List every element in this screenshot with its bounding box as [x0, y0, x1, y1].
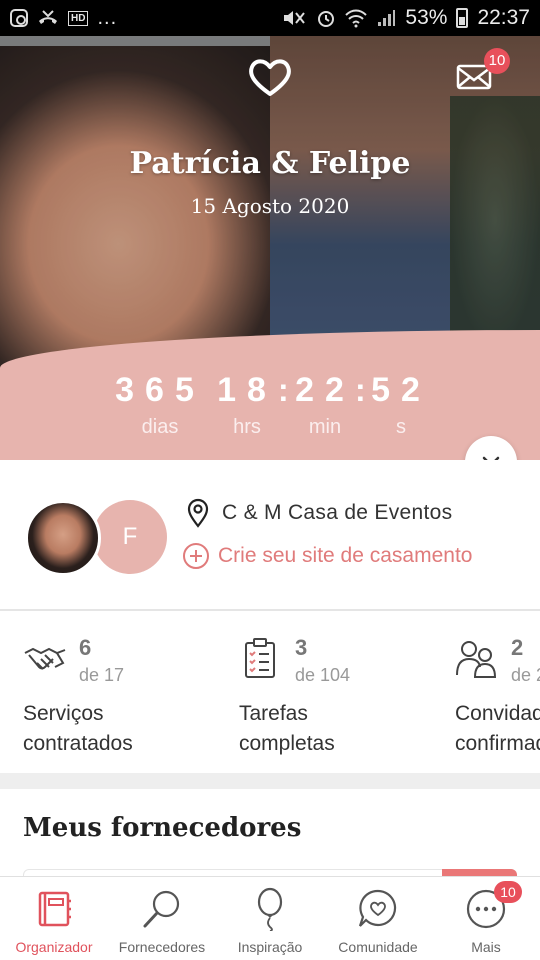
alarm-icon	[316, 8, 336, 28]
stat-services[interactable]: 6 de 17 Serviços contratados	[23, 635, 253, 773]
days-label: dias	[141, 416, 179, 438]
organizer-notebook-icon	[32, 887, 76, 931]
checklist-icon	[245, 638, 275, 678]
minutes-value: 22	[295, 371, 355, 409]
stat-services-count: 6	[79, 635, 92, 660]
stat-tasks-label-line2: completas	[239, 732, 335, 755]
nav-comunidade[interactable]: Comunidade	[324, 877, 432, 960]
mute-icon	[281, 8, 307, 28]
mail-badge: 10	[484, 48, 510, 74]
nav-mais-label: Mais	[471, 939, 501, 955]
couple-names: Patrícia & Felipe	[129, 146, 411, 181]
handshake-icon	[24, 647, 66, 670]
stat-guests-total: de 2	[511, 665, 540, 685]
heart-logo-icon	[249, 59, 291, 96]
chat-heart-icon	[356, 887, 400, 931]
status-bar: HD ... 53% 22:37	[0, 0, 540, 36]
countdown-minutes: 22 min	[290, 370, 360, 439]
magnifier-icon	[140, 887, 184, 931]
create-site-link[interactable]: Crie seu site de casamento	[182, 542, 472, 570]
plus-circle-icon	[183, 543, 209, 569]
mais-badge: 10	[494, 881, 522, 903]
bottom-navigation: Organizador Fornecedores Inspiração Comu…	[0, 876, 540, 960]
clock: 22:37	[477, 6, 530, 29]
battery-percent: 53%	[405, 6, 448, 29]
stat-tasks-total: de 104	[295, 665, 351, 685]
nav-mais[interactable]: 10 Mais	[432, 877, 540, 960]
seconds-value: 52	[371, 371, 431, 409]
stat-guests-label: Convidados confirmados	[455, 699, 540, 759]
instagram-icon	[10, 9, 28, 27]
stats-row: 6 de 17 Serviços contratados 3 de 104 Ta…	[0, 611, 540, 773]
stat-services-total: de 17	[79, 665, 125, 685]
nav-organizador[interactable]: Organizador	[0, 877, 108, 960]
more-notifications-icon: ...	[97, 6, 118, 29]
hd-icon: HD	[68, 10, 89, 26]
nav-inspiracao[interactable]: Inspiração	[216, 877, 324, 960]
partner-avatar[interactable]: F	[93, 500, 167, 574]
countdown-panel: 365 dias 18 hrs : 22 min : 52 s	[0, 330, 540, 460]
countdown-hours: 18 hrs	[212, 370, 282, 439]
status-right: 53% 22:37	[281, 6, 530, 30]
stat-guests-label-line2: confirmados	[455, 732, 540, 755]
nav-fornecedores[interactable]: Fornecedores	[108, 877, 216, 960]
guests-icon	[456, 641, 497, 678]
stat-tasks-count: 3	[295, 635, 308, 660]
stat-tasks-label: Tarefas completas	[239, 699, 335, 759]
vendors-title: Meus fornecedores	[23, 813, 302, 843]
status-left: HD ...	[10, 7, 117, 30]
countdown-row: 365 dias 18 hrs : 22 min : 52 s	[0, 370, 540, 450]
minutes-label: min	[308, 416, 342, 438]
stat-services-label-line2: contratados	[23, 732, 133, 755]
nav-comunidade-label: Comunidade	[338, 939, 418, 955]
days-value: 365	[115, 371, 205, 409]
nav-fornecedores-label: Fornecedores	[118, 939, 206, 955]
countdown-seconds: 52 s	[368, 370, 434, 439]
section-spacer	[0, 773, 540, 789]
venue-row[interactable]: C & M Casa de Eventos	[186, 498, 452, 528]
stat-guests-label-line1: Convidados	[455, 702, 540, 725]
stat-tasks-label-line1: Tarefas	[239, 702, 308, 725]
profile-row: F C & M Casa de Eventos Crie seu site de…	[0, 460, 540, 610]
vendors-section: Meus fornecedores	[0, 789, 540, 879]
stat-services-label: Serviços contratados	[23, 699, 133, 759]
hours-label: hrs	[233, 416, 261, 438]
venue-name: C & M Casa de Eventos	[222, 501, 453, 524]
nav-inspiracao-label: Inspiração	[237, 939, 303, 955]
stat-tasks[interactable]: 3 de 104 Tarefas completas	[239, 635, 469, 773]
nav-organizador-label: Organizador	[15, 939, 93, 955]
stat-guests[interactable]: 2 de 2 Convidados confirmados	[455, 635, 540, 773]
create-site-label: Crie seu site de casamento	[218, 544, 473, 567]
stat-guests-count: 2	[511, 635, 524, 660]
signal-icon	[376, 8, 396, 28]
hours-value: 18	[217, 371, 277, 409]
wifi-icon	[345, 8, 368, 28]
stat-services-label-line1: Serviços	[23, 702, 104, 725]
location-pin-icon	[187, 498, 209, 528]
wedding-date: 15 Agosto 2020	[190, 194, 350, 218]
countdown-separator: :	[278, 372, 289, 408]
countdown-separator: :	[355, 372, 366, 408]
missed-call-icon	[37, 9, 59, 27]
bride-avatar[interactable]	[25, 500, 101, 576]
balloon-icon	[248, 887, 292, 931]
battery-icon	[456, 8, 469, 28]
seconds-label: s	[396, 416, 406, 438]
countdown-days: 365 dias	[110, 370, 210, 439]
